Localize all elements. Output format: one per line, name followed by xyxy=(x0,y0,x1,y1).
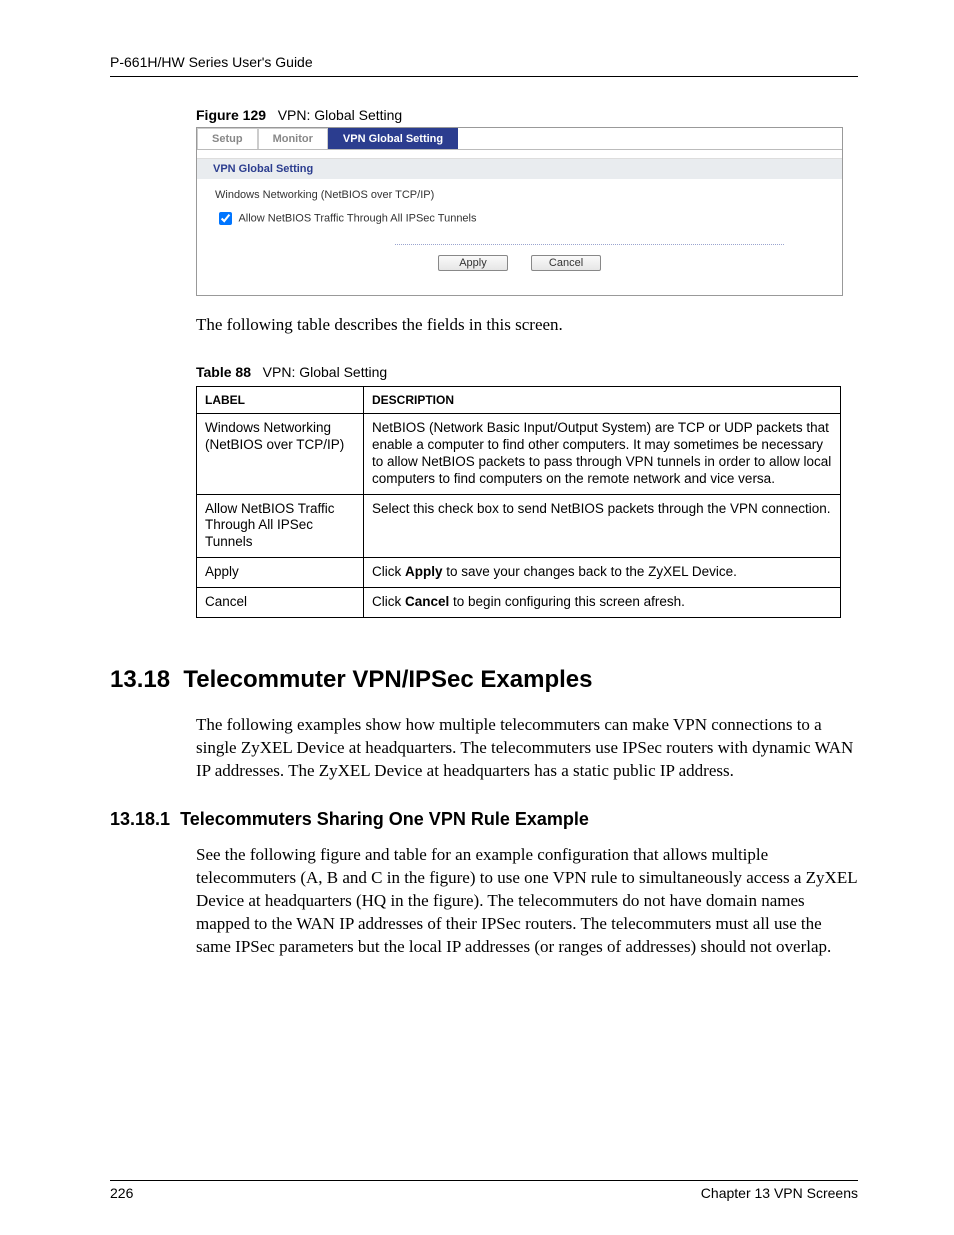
section-number: 13.18 xyxy=(110,666,170,693)
description-table: LABEL DESCRIPTION Windows Networking (Ne… xyxy=(196,386,841,618)
intro-paragraph: The following table describes the fields… xyxy=(196,314,858,336)
table-row: Allow NetBIOS Traffic Through All IPSec … xyxy=(197,494,841,558)
cell-label: Allow NetBIOS Traffic Through All IPSec … xyxy=(197,494,364,558)
cell-label: Cancel xyxy=(197,588,364,618)
table-row: Windows Networking (NetBIOS over TCP/IP)… xyxy=(197,414,841,495)
cell-desc: NetBIOS (Network Basic Input/Output Syst… xyxy=(364,414,841,495)
section-body: The following examples show how multiple… xyxy=(196,714,858,783)
subsection-heading: 13.18.1 Telecommuters Sharing One VPN Ru… xyxy=(110,809,858,830)
figure-caption: Figure 129 VPN: Global Setting xyxy=(196,107,858,123)
embedded-screenshot: Setup Monitor VPN Global Setting VPN Glo… xyxy=(196,127,843,296)
cell-desc: Click Cancel to begin configuring this s… xyxy=(364,588,841,618)
cell-desc: Select this check box to send NetBIOS pa… xyxy=(364,494,841,558)
page-footer: 226 Chapter 13 VPN Screens xyxy=(110,1180,858,1201)
tabs-row: Setup Monitor VPN Global Setting xyxy=(197,128,842,149)
subsection-title: Telecommuters Sharing One VPN Rule Examp… xyxy=(180,809,589,829)
figure-title: VPN: Global Setting xyxy=(278,107,403,123)
tab-monitor[interactable]: Monitor xyxy=(258,128,328,149)
chapter-label: Chapter 13 VPN Screens xyxy=(701,1185,858,1201)
allow-netbios-checkbox[interactable] xyxy=(219,212,232,225)
section-title: Telecommuter VPN/IPSec Examples xyxy=(183,666,592,693)
panel-title: VPN Global Setting xyxy=(197,159,842,179)
table-row: Apply Click Apply to save your changes b… xyxy=(197,558,841,588)
panel-subheading: Windows Networking (NetBIOS over TCP/IP) xyxy=(215,189,824,201)
running-header: P-661H/HW Series User's Guide xyxy=(110,54,858,70)
apply-button[interactable]: Apply xyxy=(438,255,508,271)
tab-setup[interactable]: Setup xyxy=(197,128,258,149)
cell-label: Apply xyxy=(197,558,364,588)
header-rule xyxy=(110,76,858,77)
separator-dotted xyxy=(395,244,784,245)
table-caption: Table 88 VPN: Global Setting xyxy=(196,364,858,380)
tab-vpn-global-setting[interactable]: VPN Global Setting xyxy=(328,128,458,149)
cancel-button[interactable]: Cancel xyxy=(531,255,601,271)
cell-desc: Click Apply to save your changes back to… xyxy=(364,558,841,588)
th-label: LABEL xyxy=(197,387,364,414)
allow-netbios-label: Allow NetBIOS Traffic Through All IPSec … xyxy=(238,212,476,224)
section-heading: 13.18 Telecommuter VPN/IPSec Examples xyxy=(110,666,858,694)
table-title: VPN: Global Setting xyxy=(263,364,388,380)
th-description: DESCRIPTION xyxy=(364,387,841,414)
cell-label: Windows Networking (NetBIOS over TCP/IP) xyxy=(197,414,364,495)
subsection-number: 13.18.1 xyxy=(110,809,170,829)
table-row: Cancel Click Cancel to begin configuring… xyxy=(197,588,841,618)
subsection-body: See the following figure and table for a… xyxy=(196,844,858,959)
figure-number: Figure 129 xyxy=(196,107,266,123)
table-number: Table 88 xyxy=(196,364,251,380)
footer-rule xyxy=(110,1180,858,1181)
page-number: 226 xyxy=(110,1185,133,1201)
